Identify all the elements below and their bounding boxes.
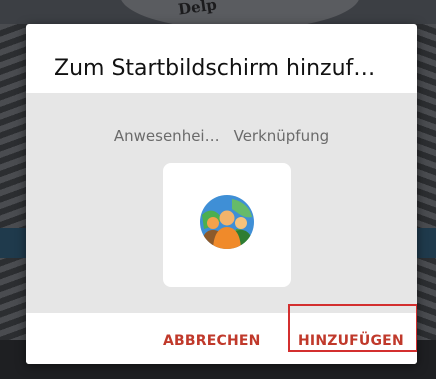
add-to-homescreen-dialog: Zum Startbildschirm hinzuf… Anwesenhei… V… bbox=[26, 24, 417, 364]
shortcut-icon-card[interactable] bbox=[163, 163, 291, 287]
shortcut-name: Anwesenhei… bbox=[113, 127, 220, 145]
people-globe-icon bbox=[200, 195, 254, 249]
background-right-edge bbox=[416, 24, 436, 379]
shortcut-preview: Anwesenhei… Verknüpfung bbox=[26, 93, 417, 313]
shortcut-label-row: Anwesenhei… Verknüpfung bbox=[26, 127, 417, 145]
dialog-title: Zum Startbildschirm hinzuf… bbox=[54, 56, 376, 81]
shortcut-type: Verknüpfung bbox=[233, 127, 330, 145]
background-left-edge bbox=[0, 24, 26, 379]
cancel-button[interactable]: ABBRECHEN bbox=[163, 333, 261, 349]
add-button-highlight bbox=[288, 304, 417, 352]
